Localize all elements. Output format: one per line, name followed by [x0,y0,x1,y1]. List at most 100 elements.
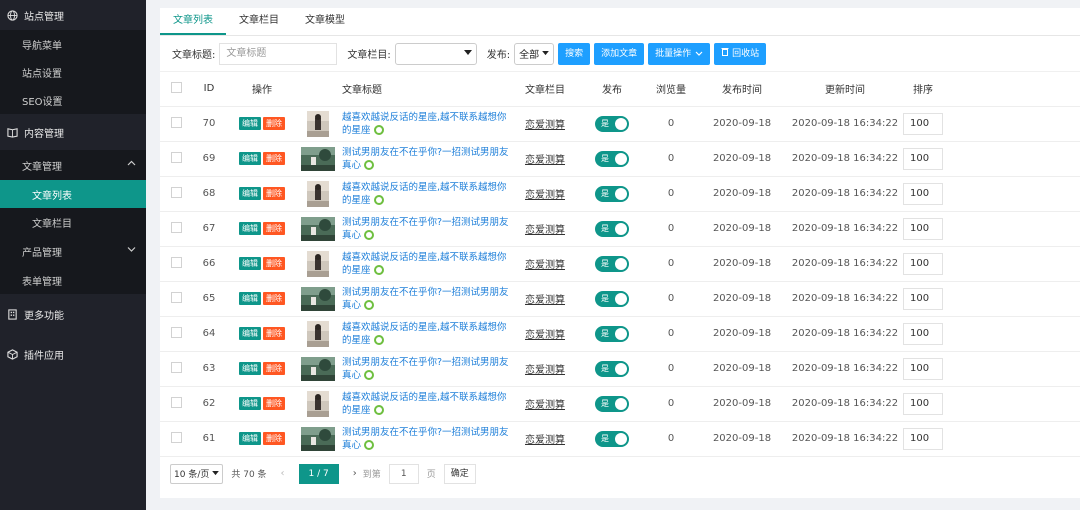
publish-filter-select[interactable]: 全部 [514,42,555,65]
add-article-button[interactable]: 添加文章 [594,42,645,65]
edit-button[interactable]: 编辑 [239,327,261,340]
delete-button[interactable]: 删除 [263,397,285,410]
sort-input[interactable]: 100 [903,357,943,380]
article-column-link[interactable]: 恋爱测算 [525,260,565,271]
edit-button[interactable]: 编辑 [239,257,261,270]
sort-input[interactable]: 100 [903,112,943,135]
delete-button[interactable]: 删除 [263,222,285,235]
delete-button[interactable]: 删除 [263,292,285,305]
edit-button[interactable]: 编辑 [239,222,261,235]
article-column-link[interactable]: 恋爱测算 [525,400,565,411]
tab-article-model[interactable]: 文章模型 [292,7,358,35]
batch-actions-button[interactable]: 批量操作 [648,42,711,65]
delete-button[interactable]: 删除 [263,187,285,200]
row-id: 66 [192,246,226,282]
sort-input[interactable]: 100 [903,427,943,450]
tab-article-column[interactable]: 文章栏目 [226,7,292,35]
sidebar-item-site-settings[interactable]: 站点设置 [0,58,146,86]
current-page[interactable]: 1 / 7 [298,463,339,484]
sidebar-item-article-mgmt[interactable]: 文章管理 [0,150,146,180]
article-column-link[interactable]: 恋爱测算 [525,155,565,166]
edit-button[interactable]: 编辑 [239,152,261,165]
delete-button[interactable]: 删除 [263,327,285,340]
publish-toggle[interactable]: 是 [595,220,629,237]
sort-input[interactable]: 100 [903,322,943,345]
row-checkbox[interactable] [170,256,182,268]
article-title-link[interactable]: 越喜欢越说反话的星座,越不联系越想你的星座 [342,392,507,416]
sidebar-item-nav-menu[interactable]: 导航菜单 [0,30,146,58]
sort-input[interactable]: 100 [903,217,943,240]
edit-button[interactable]: 编辑 [239,187,261,200]
sidebar-group-site[interactable]: 站点管理 [0,0,146,30]
row-checkbox[interactable] [170,116,182,128]
sidebar-item-article-column[interactable]: 文章栏目 [0,208,146,236]
sort-input[interactable]: 100 [903,182,943,205]
delete-button[interactable]: 删除 [263,152,285,165]
sort-input[interactable]: 100 [903,287,943,310]
col-header-column: 文章栏目 [514,72,576,107]
article-column-link[interactable]: 恋爱测算 [525,365,565,376]
delete-button[interactable]: 删除 [263,432,285,445]
row-checkbox[interactable] [170,431,182,443]
row-checkbox[interactable] [170,291,182,303]
search-button[interactable]: 搜索 [558,42,591,65]
sort-input[interactable]: 100 [903,147,943,170]
edit-button[interactable]: 编辑 [239,397,261,410]
delete-button[interactable]: 删除 [263,362,285,375]
row-checkbox[interactable] [170,186,182,198]
publish-toggle[interactable]: 是 [595,325,629,342]
sort-input[interactable]: 100 [903,252,943,275]
publish-toggle[interactable]: 是 [595,395,629,412]
row-checkbox[interactable] [170,151,182,163]
publish-toggle[interactable]: 是 [595,290,629,307]
delete-button[interactable]: 删除 [263,257,285,270]
row-checkbox[interactable] [170,221,182,233]
edit-button[interactable]: 编辑 [239,292,261,305]
article-title-link[interactable]: 越喜欢越说反话的星座,越不联系越想你的星座 [342,322,507,346]
row-spacer [946,281,1080,317]
row-views: 0 [648,316,694,352]
column-filter-select[interactable] [394,42,477,65]
sort-input[interactable]: 100 [903,392,943,415]
row-checkbox[interactable] [170,326,182,338]
goto-confirm-button[interactable]: 确定 [443,463,476,484]
edit-button[interactable]: 编辑 [239,362,261,375]
select-all-checkbox[interactable] [170,81,182,93]
publish-toggle[interactable]: 是 [595,430,629,447]
article-title-link[interactable]: 越喜欢越说反话的星座,越不联系越想你的星座 [342,252,507,276]
per-page-select[interactable]: 10 条/页 [170,463,224,484]
row-checkbox[interactable] [170,396,182,408]
next-page-icon[interactable]: › [353,468,357,479]
prev-page-icon[interactable]: ‹ [281,468,285,479]
publish-toggle[interactable]: 是 [595,255,629,272]
publish-toggle[interactable]: 是 [595,360,629,377]
sidebar-item-seo-settings[interactable]: SEO设置 [0,86,146,114]
title-filter-input[interactable]: 文章标题 [219,42,338,65]
article-column-link[interactable]: 恋爱测算 [525,120,565,131]
article-column-link[interactable]: 恋爱测算 [525,330,565,341]
table-row: 67 编辑 删除 测试男朋友在不在乎你?一招测试男朋友真心 恋爱测算是 0 2020-09-… [160,211,1080,247]
sidebar-item-product-mgmt[interactable]: 产品管理 [0,236,146,266]
goto-page-input[interactable]: 1 [388,463,419,484]
tab-article-list[interactable]: 文章列表 [160,7,226,35]
article-column-link[interactable]: 恋爱测算 [525,435,565,446]
row-checkbox[interactable] [170,361,182,373]
publish-toggle[interactable]: 是 [595,115,629,132]
edit-button[interactable]: 编辑 [239,432,261,445]
article-column-link[interactable]: 恋爱测算 [525,225,565,236]
article-column-link[interactable]: 恋爱测算 [525,190,565,201]
sidebar-item-form-mgmt[interactable]: 表单管理 [0,266,146,294]
delete-button[interactable]: 删除 [263,117,285,130]
publish-toggle[interactable]: 是 [595,185,629,202]
article-column-link[interactable]: 恋爱测算 [525,295,565,306]
row-sort-cell: 100 [900,176,946,212]
publish-toggle[interactable]: 是 [595,150,629,167]
sidebar-group-content[interactable]: 内容管理 [0,114,146,150]
sidebar-group-plugins[interactable]: 插件应用 [0,334,146,374]
edit-button[interactable]: 编辑 [239,117,261,130]
sidebar-item-article-list[interactable]: 文章列表 [0,180,146,208]
sidebar-group-more[interactable]: 更多功能 [0,294,146,334]
article-title-link[interactable]: 越喜欢越说反话的星座,越不联系越想你的星座 [342,112,507,136]
recycle-bin-button[interactable]: 回收站 [714,42,767,65]
article-title-link[interactable]: 越喜欢越说反话的星座,越不联系越想你的星座 [342,182,507,206]
